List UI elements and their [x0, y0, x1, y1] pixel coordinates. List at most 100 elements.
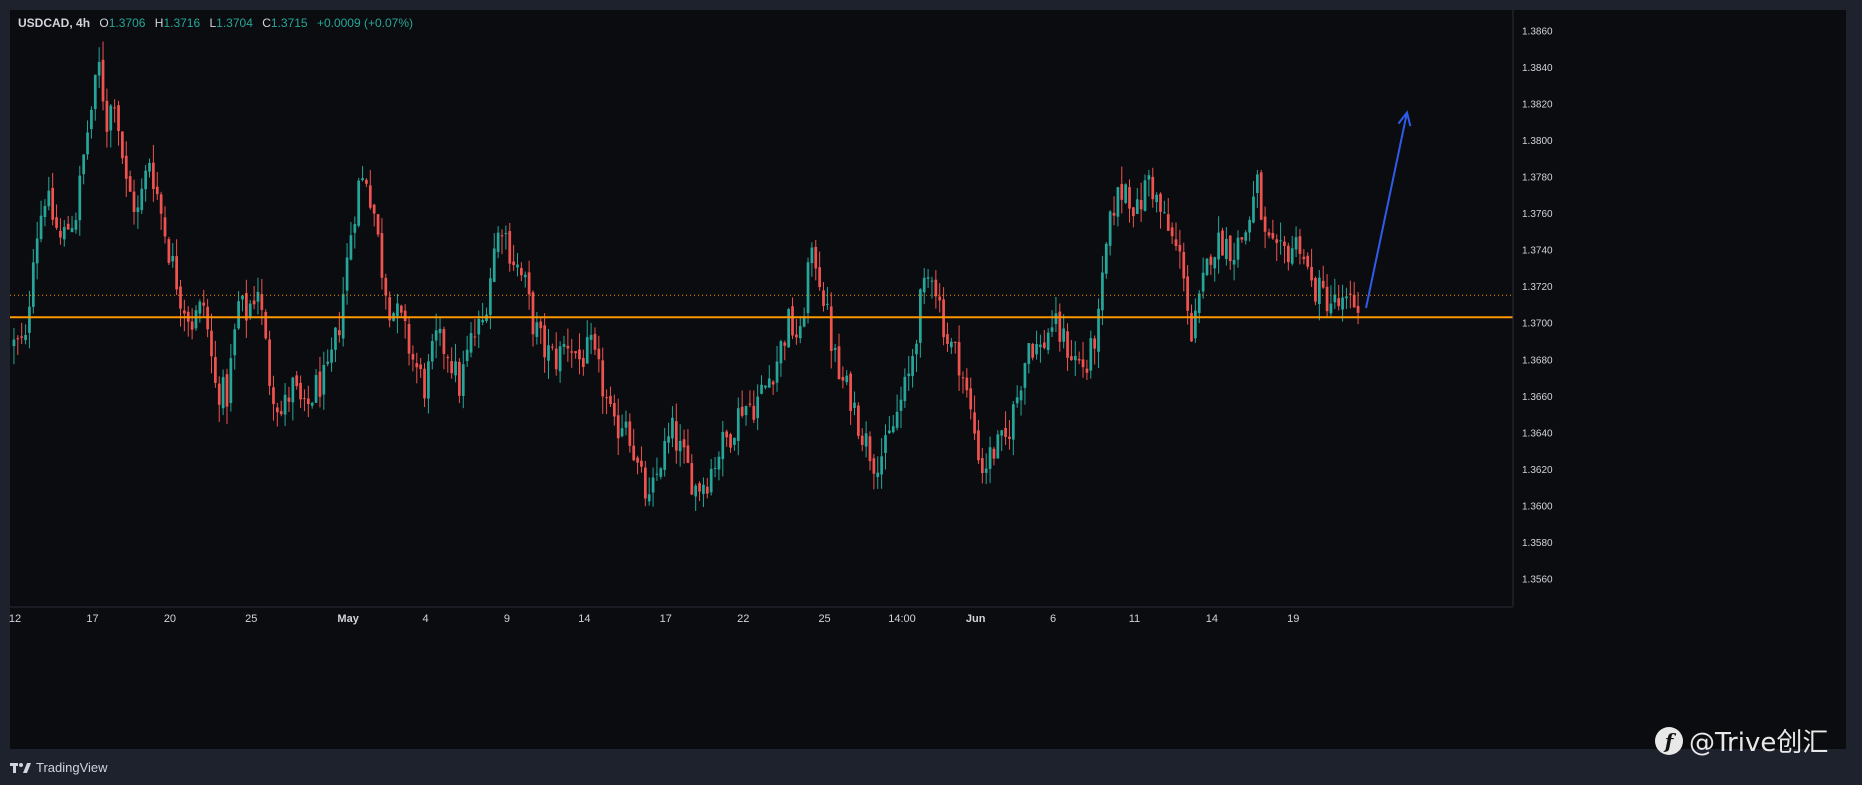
candle-body [349, 235, 353, 260]
candle-body [78, 175, 82, 221]
open-label: O [99, 16, 109, 30]
candle-body [357, 180, 361, 226]
candle-body [938, 296, 942, 301]
candle-body [1205, 258, 1209, 276]
candle-body [1197, 293, 1201, 314]
symbol-name[interactable]: USDCAD [18, 16, 69, 30]
candle-body [128, 176, 132, 192]
candle-body [655, 473, 659, 475]
candle-body [907, 373, 911, 377]
x-tick-label: 6 [1050, 613, 1056, 625]
candle-body [578, 349, 581, 360]
candle-body [942, 299, 945, 338]
interval-label[interactable]: 4h [76, 16, 90, 30]
candle-body [713, 467, 717, 469]
candle-body [322, 364, 326, 395]
close-value: 1.3715 [270, 16, 308, 30]
candle-body [380, 233, 384, 278]
candle-body [434, 330, 438, 341]
candle-body [66, 223, 70, 230]
x-tick-label: 17 [660, 613, 672, 625]
candle-body [260, 294, 264, 310]
tradingview-brand[interactable]: TradingView [10, 760, 108, 775]
candle-body [523, 274, 527, 278]
candle-body [20, 336, 24, 338]
candle-body [876, 472, 880, 478]
candle-body [969, 388, 973, 410]
candle-body [438, 328, 442, 334]
candle-body [179, 286, 182, 309]
candle-body [984, 468, 988, 473]
candle-body [1286, 245, 1290, 263]
candle-body [353, 224, 357, 233]
candle-body [554, 348, 558, 370]
candle-body [419, 364, 423, 370]
candle-body [70, 228, 74, 233]
candle-body [415, 363, 419, 368]
candle-body [1081, 359, 1085, 368]
candle-body [1089, 338, 1093, 371]
candle-body [682, 439, 686, 448]
y-tick-label: 1.3800 [1522, 136, 1553, 147]
candle-body [965, 377, 969, 391]
candle-body [275, 407, 279, 413]
candle-body [318, 371, 322, 397]
candle-body [198, 301, 202, 314]
candle-body [853, 402, 856, 408]
candle-body [624, 421, 628, 428]
candle-body [121, 131, 124, 159]
candle-body [733, 437, 736, 445]
candle-body [988, 447, 992, 469]
candle-body [194, 310, 198, 329]
candle-body [857, 405, 860, 436]
candle-body [891, 426, 895, 433]
candle-body [35, 238, 39, 264]
candle-body [620, 428, 624, 437]
candle-body [492, 248, 496, 282]
candle-body [376, 214, 380, 235]
candle-body [1290, 248, 1294, 264]
candle-body [558, 346, 562, 372]
candle-body [1139, 199, 1143, 210]
candle-body [159, 194, 163, 214]
candle-body [1039, 344, 1042, 348]
x-tick-label: 14 [1206, 613, 1218, 625]
candle-body [899, 399, 903, 411]
candle-body [1236, 237, 1240, 260]
candle-body [779, 341, 783, 364]
candle-body [1050, 327, 1054, 332]
change-value: +0.0009 (+0.07%) [316, 16, 414, 30]
y-tick-label: 1.3840 [1522, 63, 1553, 74]
y-tick-label: 1.3620 [1522, 465, 1553, 476]
candle-body [872, 458, 876, 474]
candle-body [446, 357, 450, 359]
symbol-legend: USDCAD, 4h O1.3706 H1.3716 L1.3704 C1.37… [18, 16, 414, 30]
candle-body [752, 405, 756, 420]
x-tick-label: May [337, 613, 359, 625]
candle-body [190, 321, 194, 330]
candle-body [551, 346, 554, 348]
candle-body [1271, 233, 1275, 239]
candle-body [74, 220, 78, 230]
candle-body [1341, 297, 1344, 310]
x-tick-label: 11 [1129, 613, 1140, 625]
candle-body [481, 320, 484, 323]
candle-body [1000, 430, 1004, 436]
candle-body [1128, 187, 1131, 209]
candle-body [1252, 196, 1255, 223]
candle-body [566, 345, 570, 349]
candlestick-chart[interactable]: 1.37151.3703 1.38601.38401.38201.38001.3… [0, 0, 1862, 785]
candle-body [1155, 194, 1158, 203]
candle-body [144, 170, 147, 190]
candle-body [248, 303, 252, 318]
candle-body [632, 445, 636, 461]
tradingview-label: TradingView [36, 760, 108, 775]
candle-body [597, 348, 601, 360]
candle-body [500, 235, 504, 237]
candle-body [326, 361, 330, 364]
candle-body [1008, 436, 1011, 439]
candle-body [1248, 219, 1251, 233]
candle-body [252, 300, 256, 305]
candle-body [1240, 237, 1244, 240]
candle-body [1116, 187, 1120, 217]
